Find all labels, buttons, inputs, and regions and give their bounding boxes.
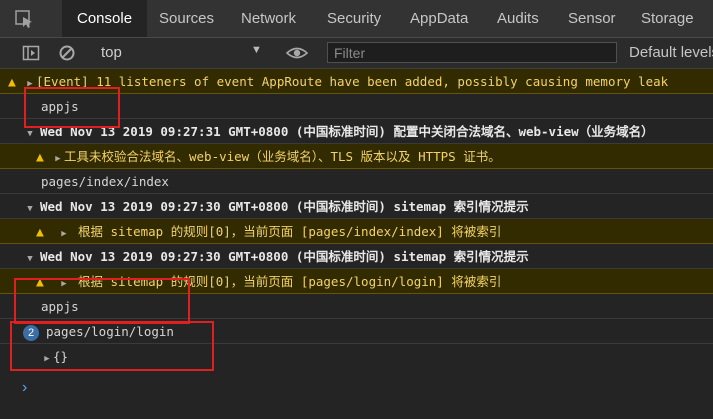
highlight-box <box>24 87 120 128</box>
clear-console-icon[interactable] <box>58 44 76 62</box>
tab-console[interactable]: Console <box>62 0 148 37</box>
log-message: 根据 sitemap 的规则[0]，当前页面 [pages/index/inde… <box>78 224 502 239</box>
filter-input[interactable] <box>327 42 617 63</box>
highlight-box <box>10 321 214 371</box>
tab-storage[interactable]: Storage <box>641 0 694 37</box>
expand-arrow-icon[interactable]: ▶ <box>58 222 70 243</box>
tab-security[interactable]: Security <box>327 0 381 37</box>
chevron-down-icon[interactable]: ▼ <box>251 44 262 56</box>
log-row: pages/index/index <box>0 169 713 194</box>
collapse-arrow-icon[interactable]: ▼ <box>24 197 36 218</box>
tab-network[interactable]: Network <box>241 0 296 37</box>
warning-icon: ▲ <box>36 225 44 240</box>
log-row-warning: ▲ ▶ 根据 sitemap 的规则[0]，当前页面 [pages/index/in… <box>0 219 713 244</box>
console-prompt[interactable]: › <box>22 379 27 397</box>
tab-audits[interactable]: Audits <box>497 0 539 37</box>
log-group-header[interactable]: ▼ Wed Nov 13 2019 09:27:30 GMT+0800 (中国标准… <box>0 244 713 269</box>
eye-icon[interactable] <box>286 44 308 62</box>
log-message: pages/index/index <box>41 174 169 189</box>
tab-appdata[interactable]: AppData <box>410 0 468 37</box>
tab-sensor[interactable]: Sensor <box>568 0 616 37</box>
log-message: Wed Nov 13 2019 09:27:30 GMT+0800 (中国标准时… <box>40 199 529 214</box>
log-row-warning: ▲ ▶ 工具未校验合法域名、web-view（业务域名）、TLS 版本以及 HTTP… <box>0 144 713 169</box>
log-message: 工具未校验合法域名、web-view（业务域名）、TLS 版本以及 HTTPS … <box>64 149 501 164</box>
warning-icon: ▲ <box>36 150 44 165</box>
log-group-header[interactable]: ▼ Wed Nov 13 2019 09:27:30 GMT+0800 (中国标准… <box>0 194 713 219</box>
tab-sources[interactable]: Sources <box>159 0 214 37</box>
warning-icon: ▲ <box>8 75 16 90</box>
expand-arrow-icon[interactable]: ▶ <box>52 147 64 168</box>
collapse-arrow-icon[interactable]: ▼ <box>24 247 36 268</box>
log-message: Wed Nov 13 2019 09:27:31 GMT+0800 (中国标准时… <box>40 124 654 139</box>
console-toolbar: top ▼ Default levels <box>0 38 713 69</box>
highlight-box <box>14 278 190 324</box>
log-message: [Event] 11 listeners of event AppRoute h… <box>36 74 669 89</box>
context-selector[interactable]: top <box>101 44 122 61</box>
toggle-sidebar-icon[interactable] <box>22 44 40 62</box>
log-message: Wed Nov 13 2019 09:27:30 GMT+0800 (中国标准时… <box>40 249 529 264</box>
log-levels-dropdown[interactable]: Default levels <box>629 44 713 61</box>
inspect-element-icon[interactable] <box>14 9 34 29</box>
devtools-tabbar: Console Sources Network Security AppData… <box>0 0 713 38</box>
